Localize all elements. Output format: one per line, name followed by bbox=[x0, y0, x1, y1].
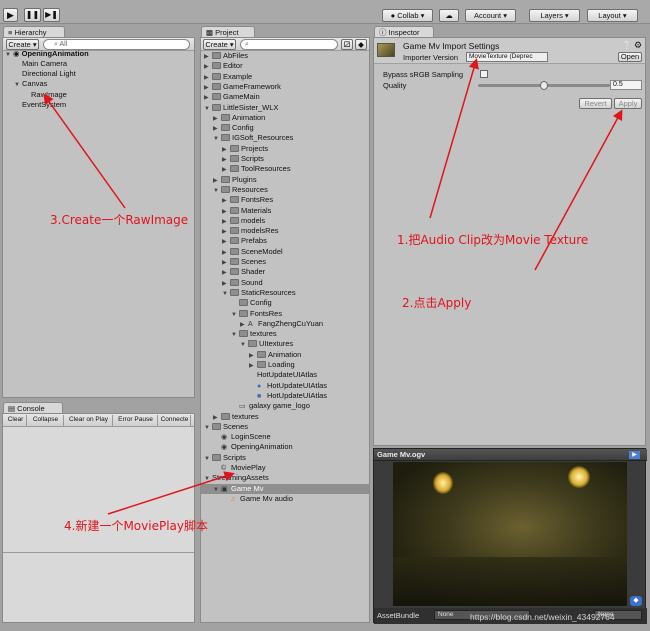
arrow-to-importer bbox=[429, 58, 479, 219]
arrow-to-rawimage bbox=[43, 93, 126, 209]
annotation-arrows bbox=[43, 58, 623, 515]
arrow-to-script bbox=[107, 471, 235, 515]
arrow-to-apply bbox=[534, 109, 623, 271]
